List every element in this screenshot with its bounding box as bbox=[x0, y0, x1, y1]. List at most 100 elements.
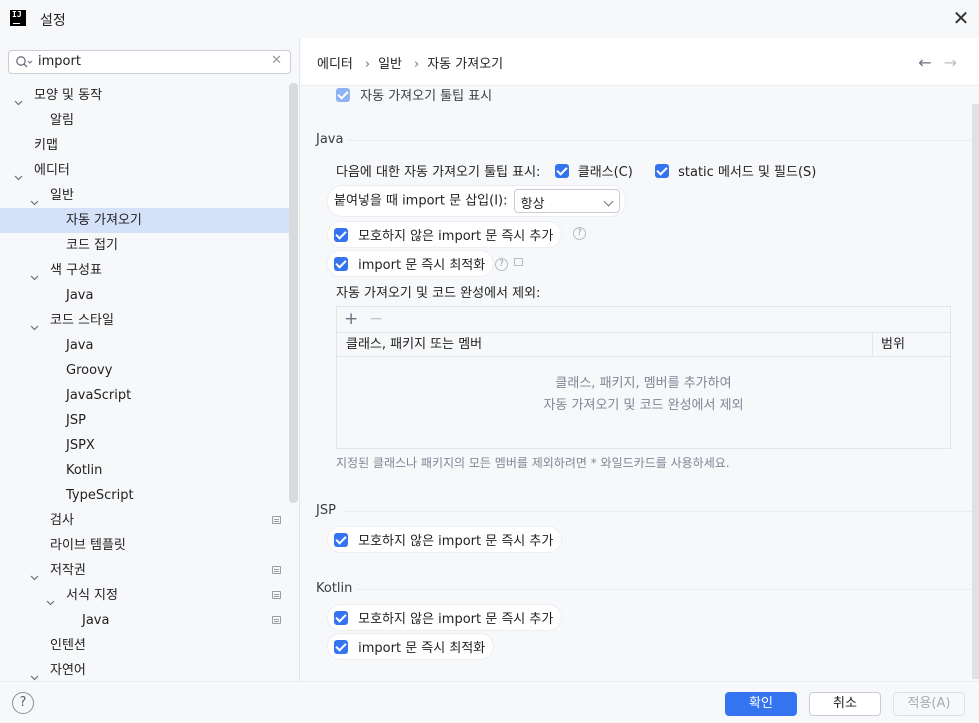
column-header-scope[interactable]: 범위 bbox=[872, 333, 952, 357]
option-label: 자동 가져오기 툴팁 표시 bbox=[360, 89, 493, 104]
tree-node[interactable]: 알림 bbox=[0, 108, 289, 133]
tree-node[interactable]: 키맵 bbox=[0, 133, 289, 158]
section-divider bbox=[356, 589, 972, 590]
chevron-down-icon[interactable] bbox=[30, 316, 39, 331]
tree-node[interactable]: 저작권 bbox=[0, 558, 289, 583]
tree-node-label: 색 구성표 bbox=[50, 263, 102, 278]
tree-node-label: 인텐션 bbox=[50, 638, 86, 653]
option-extras: ? bbox=[489, 256, 523, 271]
tree-node[interactable]: 라이브 템플릿 bbox=[0, 533, 289, 558]
chevron-down-icon[interactable] bbox=[30, 566, 39, 581]
chevron-down-icon[interactable] bbox=[30, 666, 39, 681]
tree-node-label: 코드 스타일 bbox=[50, 313, 114, 328]
tree-node-label: JSPX bbox=[66, 438, 95, 453]
tree-node[interactable]: 색 구성표 bbox=[0, 258, 289, 283]
remove-icon[interactable]: − bbox=[369, 309, 383, 329]
tree-node[interactable]: Java bbox=[0, 283, 289, 308]
section-divider bbox=[343, 511, 972, 512]
paste-label: 붙여넣을 때 import 문 삽입(I): bbox=[334, 193, 508, 209]
tree-node[interactable]: 자연어 bbox=[0, 658, 289, 683]
tree-node[interactable]: 검사 bbox=[0, 508, 289, 533]
tree-node[interactable]: 에디터 bbox=[0, 158, 289, 183]
tree-node[interactable]: 서식 지정 bbox=[0, 583, 289, 608]
add-icon[interactable]: + bbox=[344, 309, 358, 329]
settings-scroll-area: 자동 가져오기 툴팁 표시 Java 다음에 대한 자동 가져오기 툴팁 표시:… bbox=[301, 85, 979, 681]
java-add-unambiguous-row[interactable]: 모호하지 않은 import 문 즉시 추가 bbox=[328, 222, 562, 247]
kotlin-optimize-row[interactable]: import 문 즉시 최적화 bbox=[328, 634, 494, 659]
static-label: static 메서드 및 필드(S) bbox=[678, 165, 817, 180]
kotlin-add-unambiguous-row[interactable]: 모호하지 않은 import 문 즉시 추가 bbox=[328, 605, 562, 630]
exclude-table: + − 클래스, 패키지 또는 멤버 범위 클래스, 패키지, 멤버를 추가하여… bbox=[336, 306, 951, 449]
help-button[interactable]: ? bbox=[12, 692, 34, 714]
breadcrumb-item: 자동 가져오기 bbox=[427, 57, 504, 72]
sidebar-scrollbar[interactable] bbox=[289, 83, 298, 503]
close-icon[interactable]: ✕ bbox=[951, 8, 971, 28]
paste-select[interactable]: 항상 bbox=[513, 189, 620, 213]
history-nav: ← → bbox=[906, 53, 957, 72]
tree-node[interactable]: 코드 접기 bbox=[0, 233, 289, 258]
chevron-down-icon[interactable] bbox=[14, 166, 23, 181]
tree-node[interactable]: 자동 가져오기 bbox=[0, 208, 289, 233]
settings-tree: 모양 및 동작알림키맵에디터일반 자동 가져오기 코드 접기색 구성표 Java 코드 … bbox=[0, 83, 289, 683]
checkbox-static[interactable] bbox=[654, 164, 669, 178]
java-optimize-row[interactable]: import 문 즉시 최적화 bbox=[328, 251, 494, 276]
tree-node[interactable]: TypeScript bbox=[0, 483, 289, 508]
tree-node[interactable]: Kotlin bbox=[0, 458, 289, 483]
tree-node[interactable]: 인텐션 bbox=[0, 633, 289, 658]
title-bar: IJ 설정 ✕ bbox=[0, 0, 979, 38]
help-icon[interactable]: ? bbox=[573, 227, 586, 240]
checkbox-show-tooltip[interactable] bbox=[336, 88, 350, 102]
tree-node[interactable]: Java bbox=[0, 333, 289, 358]
apply-button[interactable]: 적용(A) bbox=[893, 692, 965, 716]
tree-node[interactable]: Java bbox=[0, 608, 289, 633]
help-icon[interactable]: ? bbox=[495, 258, 508, 271]
arrow-right-icon[interactable]: → bbox=[944, 53, 957, 72]
checkbox-java-optimize[interactable] bbox=[334, 257, 348, 271]
show-tooltip-option[interactable]: 자동 가져오기 툴팁 표시 bbox=[336, 85, 492, 104]
tree-node[interactable]: 코드 스타일 bbox=[0, 308, 289, 333]
tree-node-label: Java bbox=[82, 613, 110, 628]
option-label: 모호하지 않은 import 문 즉시 추가 bbox=[358, 534, 554, 549]
checkbox-java-add-unambiguous[interactable] bbox=[334, 228, 348, 242]
window-title: 설정 bbox=[40, 13, 66, 29]
content-scrollbar[interactable] bbox=[972, 104, 979, 679]
ok-button[interactable]: 확인 bbox=[725, 692, 797, 716]
checkbox-classes[interactable] bbox=[554, 164, 569, 178]
arrow-left-icon[interactable]: ← bbox=[918, 53, 931, 72]
checkbox-kotlin-add-unambiguous[interactable] bbox=[334, 611, 348, 625]
chevron-down-icon[interactable] bbox=[46, 591, 55, 606]
search-input[interactable]: import ✕ bbox=[8, 50, 291, 74]
tree-node[interactable]: JSPX bbox=[0, 433, 289, 458]
chevron-down-icon[interactable] bbox=[30, 191, 39, 206]
breadcrumb-item[interactable]: 일반 bbox=[378, 57, 402, 72]
breadcrumb-item[interactable]: 에디터 bbox=[317, 57, 353, 72]
tree-node-label: 저작권 bbox=[50, 563, 86, 578]
tree-node-label: 자연어 bbox=[50, 663, 86, 678]
project-scope-icon bbox=[514, 258, 523, 266]
section-java-heading: Java bbox=[316, 132, 344, 147]
column-header-member[interactable]: 클래스, 패키지 또는 멤버 bbox=[346, 333, 482, 357]
jsp-add-unambiguous-row[interactable]: 모호하지 않은 import 문 즉시 추가 bbox=[328, 527, 562, 552]
section-kotlin-heading: Kotlin bbox=[316, 581, 353, 596]
chevron-down-icon[interactable] bbox=[14, 91, 23, 106]
chevron-down-icon bbox=[603, 196, 614, 207]
tree-node[interactable]: JSP bbox=[0, 408, 289, 433]
tree-node-label: 알림 bbox=[50, 113, 74, 128]
chevron-right-icon: › bbox=[364, 57, 371, 72]
project-scope-icon bbox=[272, 566, 281, 574]
tree-node[interactable]: 일반 bbox=[0, 183, 289, 208]
checkbox-kotlin-optimize[interactable] bbox=[334, 640, 348, 654]
cancel-button[interactable]: 취소 bbox=[809, 692, 881, 716]
tree-node[interactable]: Groovy bbox=[0, 358, 289, 383]
checkbox-jsp-add-unambiguous[interactable] bbox=[334, 533, 348, 547]
tree-node-label: 에디터 bbox=[34, 163, 70, 178]
tree-node-label: TypeScript bbox=[66, 488, 134, 503]
tree-node[interactable]: 모양 및 동작 bbox=[0, 83, 289, 108]
option-label: 모호하지 않은 import 문 즉시 추가 bbox=[358, 612, 554, 627]
tree-node[interactable]: JavaScript bbox=[0, 383, 289, 408]
paste-select-value: 항상 bbox=[520, 197, 545, 212]
clear-icon[interactable]: ✕ bbox=[271, 53, 282, 68]
chevron-down-icon[interactable] bbox=[30, 266, 39, 281]
dialog-footer: ? 확인 취소 적용(A) bbox=[0, 681, 979, 723]
search-icon bbox=[15, 54, 33, 70]
